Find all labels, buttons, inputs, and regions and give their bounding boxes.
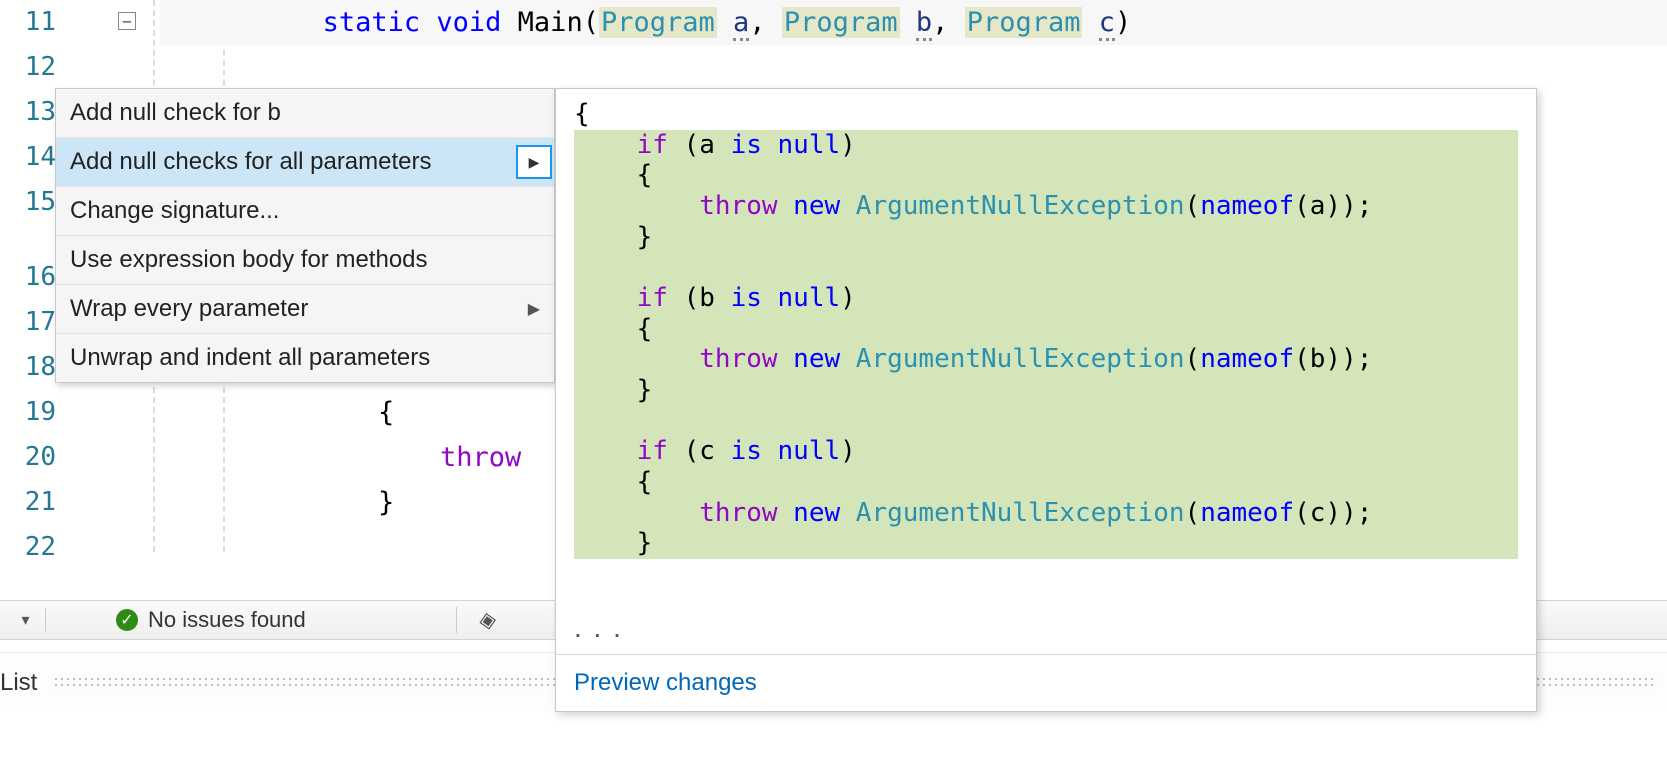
status-text: No issues found <box>148 607 306 633</box>
menu-item-change-signature[interactable]: Change signature... <box>56 187 554 236</box>
line-number: 20 <box>0 435 70 480</box>
code-line: static void Main(Program a, Program b, P… <box>160 0 1667 45</box>
menu-item-label: Add null checks for all parameters <box>70 148 432 176</box>
preview-line: if (c is null) <box>574 436 1518 467</box>
line-number: 11 <box>0 0 70 45</box>
quick-actions-menu: Add null check for b Add null checks for… <box>55 88 555 383</box>
menu-item-label: Unwrap and indent all parameters <box>70 344 430 372</box>
menu-item-label: Change signature... <box>70 197 279 225</box>
panel-tab-label[interactable]: List <box>0 669 43 697</box>
preview-line: } <box>574 528 1518 559</box>
preview-line <box>574 406 1518 437</box>
menu-item-label: Use expression body for methods <box>70 246 428 274</box>
submenu-flyout-button[interactable]: ▶ <box>516 145 552 179</box>
preview-line <box>574 252 1518 283</box>
line-number: 19 <box>0 390 70 435</box>
preview-code: { if (a is null) { throw new ArgumentNul… <box>556 89 1536 612</box>
preview-line: { <box>574 99 1518 130</box>
preview-line: } <box>574 222 1518 253</box>
preview-line: throw new ArgumentNullException(nameof(a… <box>574 191 1518 222</box>
preview-panel: { if (a is null) { throw new ArgumentNul… <box>555 88 1537 712</box>
menu-item-unwrap-indent[interactable]: Unwrap and indent all parameters <box>56 334 554 382</box>
preview-line: if (b is null) <box>574 283 1518 314</box>
menu-item-add-null-checks-all[interactable]: Add null checks for all parameters ▶ <box>56 138 554 187</box>
preview-line: if (a is null) <box>574 130 1518 161</box>
menu-item-label: Add null check for b <box>70 99 281 127</box>
menu-item-add-null-check-b[interactable]: Add null check for b <box>56 89 554 138</box>
preview-ellipsis: . . . <box>556 612 1536 654</box>
menu-item-wrap-every-parameter[interactable]: Wrap every parameter ▶ <box>56 285 554 334</box>
menu-item-label: Wrap every parameter <box>70 295 308 323</box>
cleanup-icon[interactable]: ◈ <box>477 606 498 635</box>
line-number: 22 <box>0 525 70 570</box>
preview-line: } <box>574 375 1518 406</box>
chevron-right-icon: ▶ <box>528 299 540 319</box>
menu-item-expression-body[interactable]: Use expression body for methods <box>56 236 554 285</box>
preview-line: { <box>574 160 1518 191</box>
preview-footer: Preview changes <box>556 654 1536 711</box>
check-circle-icon: ✓ <box>116 609 138 631</box>
caret-down-icon: ▾ <box>21 610 29 630</box>
separator <box>456 607 457 633</box>
code-line <box>160 45 1667 90</box>
preview-line: { <box>574 467 1518 498</box>
preview-changes-link[interactable]: Preview changes <box>574 669 757 696</box>
editor-area: 11 12 13 14 15 16 17 18 19 20 21 22 − st… <box>0 0 1667 762</box>
preview-line: throw new ArgumentNullException(nameof(b… <box>574 344 1518 375</box>
preview-line: { <box>574 314 1518 345</box>
line-number: 21 <box>0 480 70 525</box>
preview-line: throw new ArgumentNullException(nameof(c… <box>574 498 1518 529</box>
line-number: 12 <box>0 45 70 90</box>
collapse-toggle[interactable]: − <box>118 12 136 30</box>
status-dropdown[interactable]: ▾ <box>6 608 46 632</box>
